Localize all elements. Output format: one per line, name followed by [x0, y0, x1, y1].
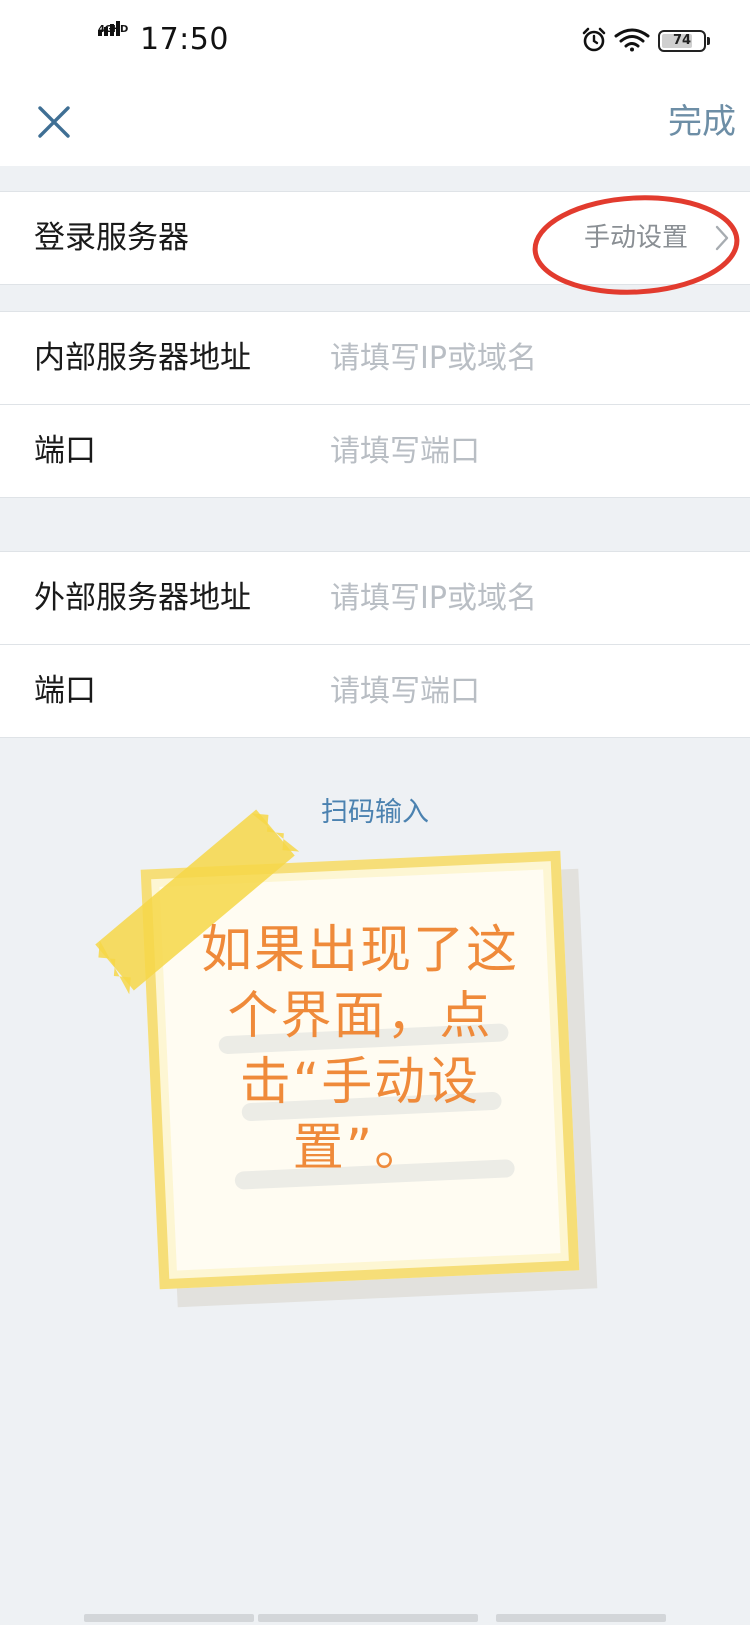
battery-percent: 74: [672, 33, 692, 48]
wifi-icon: [614, 28, 650, 52]
signal-icon: 4GHD: [98, 21, 132, 54]
external-port-row: 端口: [0, 645, 750, 737]
bottom-bar-segment: [258, 1614, 478, 1622]
external-port-label: 端口: [34, 673, 96, 709]
close-icon: [38, 106, 70, 138]
internal-port-row: 端口: [0, 405, 750, 497]
status-bar: 4GHD 17:50 74: [0, 0, 750, 80]
internal-address-input[interactable]: [330, 332, 710, 384]
note-line: 置”。: [292, 1119, 428, 1178]
external-address-row: 外部服务器地址: [0, 552, 750, 644]
note-text: 如果出现了这 个界面，点 击“手动设 置”。: [190, 918, 530, 1182]
external-address-label: 外部服务器地址: [34, 580, 251, 616]
status-time: 17:50: [140, 22, 229, 57]
note-line: 击“手动设: [239, 1053, 481, 1112]
divider: [0, 284, 750, 285]
external-address-input[interactable]: [330, 572, 710, 624]
external-port-input[interactable]: [330, 665, 710, 717]
login-server-label: 登录服务器: [34, 220, 189, 256]
divider: [0, 737, 750, 738]
battery-icon: 74: [658, 30, 710, 52]
sticky-note-annotation: 如果出现了这 个界面，点 击“手动设 置”。: [90, 809, 600, 1310]
nav-bar: 完成: [0, 80, 750, 166]
internal-port-input[interactable]: [330, 425, 710, 477]
chevron-right-icon: [715, 225, 729, 251]
note-line: 如果出现了这: [200, 921, 519, 980]
note-line: 个界面，点: [227, 987, 493, 1046]
app-screen: 4GHD 17:50 74: [0, 0, 750, 1625]
close-button[interactable]: [24, 92, 84, 152]
manual-setting-value: 手动设置: [583, 223, 688, 253]
internal-port-label: 端口: [34, 433, 96, 469]
bottom-bar-segment: [496, 1614, 666, 1622]
internal-address-label: 内部服务器地址: [34, 340, 251, 376]
scan-input-link[interactable]: 扫码输入: [0, 790, 750, 829]
divider: [0, 497, 750, 498]
alarm-icon: [582, 27, 606, 52]
done-button[interactable]: 完成: [668, 94, 736, 150]
bottom-bar-segment: [84, 1614, 254, 1622]
login-server-row[interactable]: 登录服务器 手动设置: [0, 192, 750, 284]
internal-address-row: 内部服务器地址: [0, 312, 750, 404]
manual-setting-button[interactable]: 手动设置: [530, 192, 750, 284]
